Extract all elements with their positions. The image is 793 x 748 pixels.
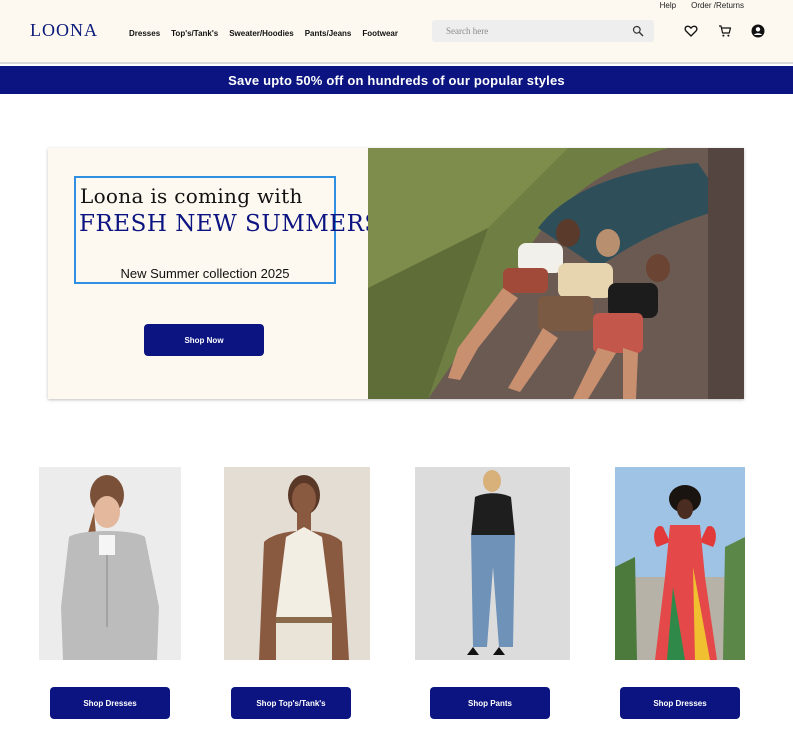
search-input[interactable] bbox=[432, 26, 622, 36]
promo-banner: Save upto 50% off on hundreds of our pop… bbox=[0, 66, 793, 94]
help-link[interactable]: Help bbox=[660, 1, 676, 10]
product-image-tank[interactable] bbox=[224, 467, 370, 660]
utility-links: Help Order /Returns bbox=[660, 1, 744, 10]
cart-icon[interactable] bbox=[718, 24, 732, 38]
account-icon[interactable] bbox=[751, 24, 765, 38]
product-image-hoodie[interactable] bbox=[39, 467, 181, 660]
brand-logo[interactable]: LOONA bbox=[30, 20, 98, 41]
product-image-jeans[interactable] bbox=[415, 467, 570, 660]
main-nav: Dresses Top's/Tank's Sweater/Hoodies Pan… bbox=[129, 29, 398, 38]
promo-text: Save upto 50% off on hundreds of our pop… bbox=[228, 72, 565, 88]
search-bar bbox=[432, 20, 654, 42]
nav-item-pants-jeans[interactable]: Pants/Jeans bbox=[305, 29, 352, 38]
hero-title: FRESH NEW SUMMERS bbox=[79, 211, 381, 237]
hero-tagline: Loona is coming with bbox=[80, 184, 303, 208]
heart-icon[interactable] bbox=[684, 24, 698, 38]
search-icon[interactable] bbox=[632, 25, 644, 37]
shop-pants-button[interactable]: Shop Pants bbox=[430, 687, 550, 719]
order-returns-link[interactable]: Order /Returns bbox=[691, 1, 744, 10]
hero-image[interactable] bbox=[368, 148, 744, 399]
product-image-dress[interactable] bbox=[615, 467, 745, 660]
hero-headline-box: Loona is coming with FRESH NEW SUMMERS N… bbox=[74, 176, 380, 284]
shop-dresses-button-2[interactable]: Shop Dresses bbox=[620, 687, 740, 719]
nav-item-dresses[interactable]: Dresses bbox=[129, 29, 160, 38]
nav-item-footwear[interactable]: Footwear bbox=[362, 29, 398, 38]
hero-section: Loona is coming with FRESH NEW SUMMERS N… bbox=[48, 148, 744, 399]
shop-now-button[interactable]: Shop Now bbox=[144, 324, 264, 356]
hero-subtitle: New Summer collection 2025 bbox=[120, 266, 290, 281]
shop-tops-tanks-button[interactable]: Shop Top's/Tank's bbox=[231, 687, 351, 719]
nav-item-tops-tanks[interactable]: Top's/Tank's bbox=[171, 29, 218, 38]
site-header: Help Order /Returns LOONA Dresses Top's/… bbox=[0, 0, 793, 64]
shop-dresses-button[interactable]: Shop Dresses bbox=[50, 687, 170, 719]
nav-item-sweater-hoodies[interactable]: Sweater/Hoodies bbox=[229, 29, 293, 38]
